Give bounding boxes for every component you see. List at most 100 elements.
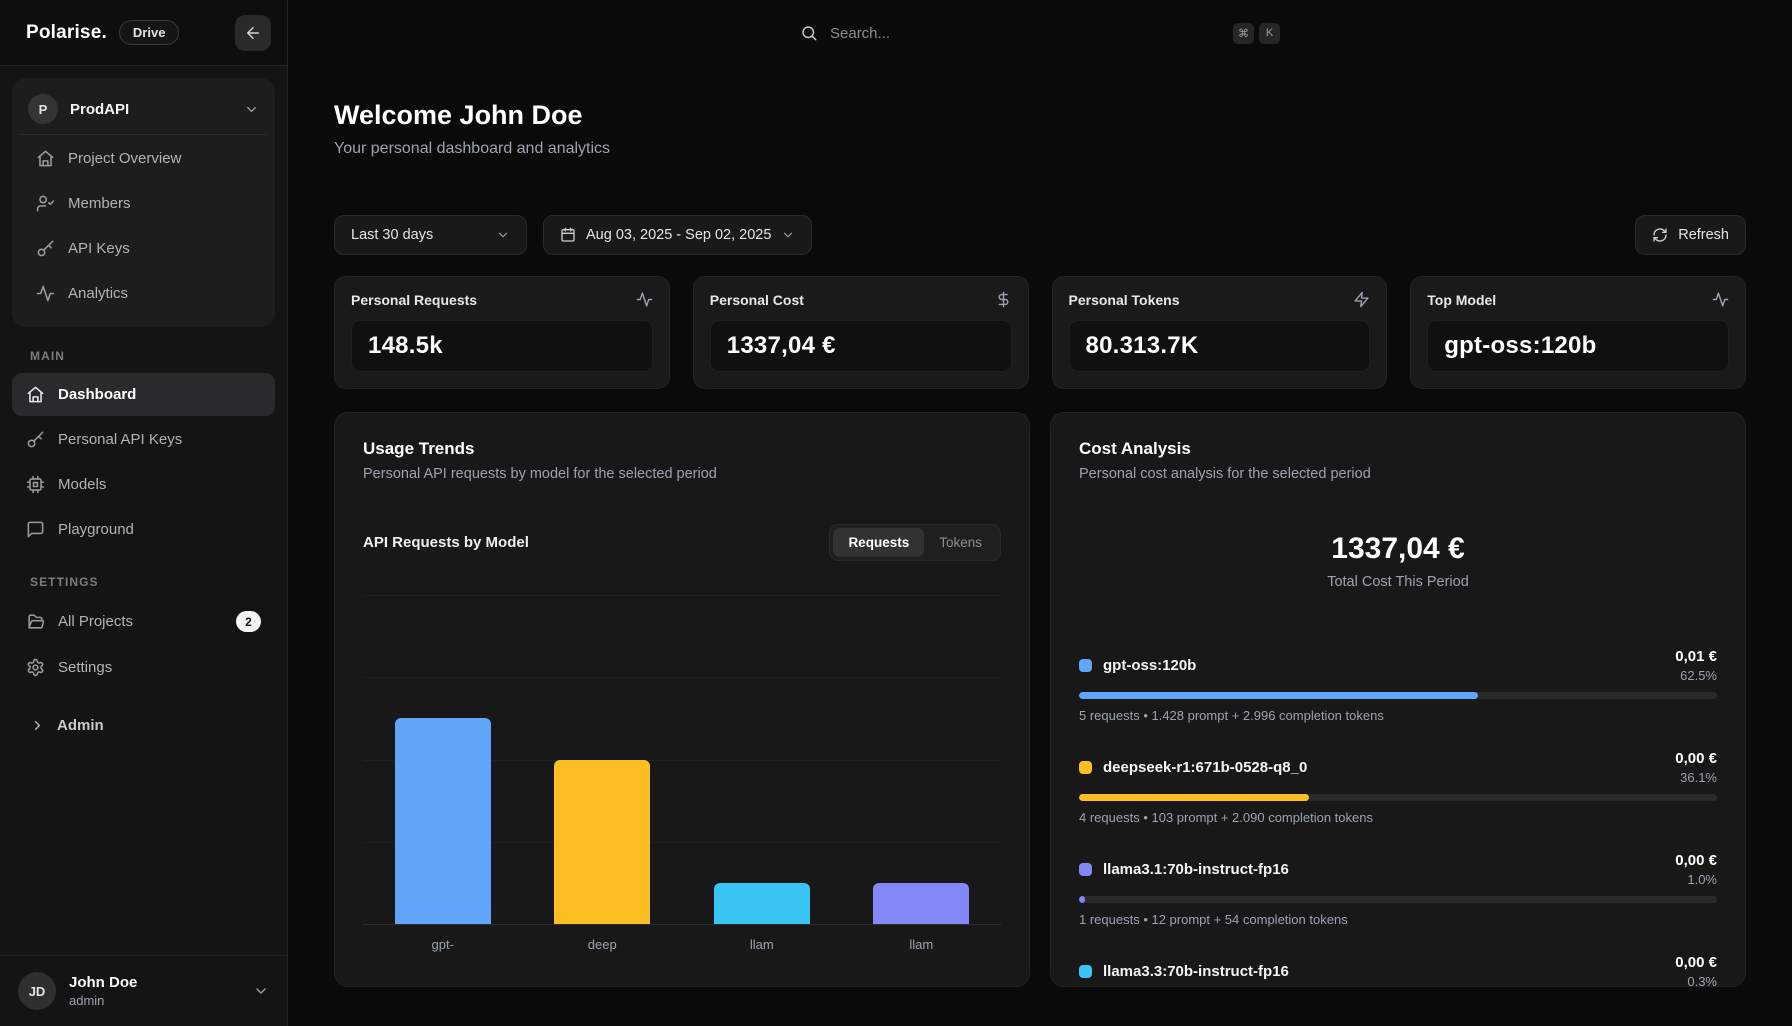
date-range-button[interactable]: Aug 03, 2025 - Sep 02, 2025 bbox=[543, 215, 812, 255]
drive-badge: Drive bbox=[119, 20, 180, 45]
home-icon bbox=[26, 385, 45, 404]
chart-label: API Requests by Model bbox=[363, 534, 529, 551]
stat-value-box: gpt-oss:120b bbox=[1427, 320, 1729, 372]
toggle-requests[interactable]: Requests bbox=[833, 528, 924, 557]
nav-list-settings: All Projects 2 Settings bbox=[0, 597, 287, 691]
model-detail: 4 requests • 103 prompt + 2.090 completi… bbox=[1079, 810, 1717, 825]
activity-icon bbox=[1712, 291, 1729, 308]
total-cost-value: 1337,04 € bbox=[1079, 532, 1717, 566]
k-key: K bbox=[1259, 23, 1280, 44]
model-percent: 36.1% bbox=[1680, 770, 1717, 785]
card-title: Usage Trends bbox=[363, 439, 1001, 459]
zap-icon bbox=[1353, 291, 1370, 308]
sidebar-item-playground[interactable]: Playground bbox=[12, 508, 275, 551]
brand: Polarise. Drive bbox=[26, 20, 235, 45]
range-select[interactable]: Last 30 days bbox=[334, 215, 527, 255]
card-subtitle: Personal API requests by model for the s… bbox=[363, 466, 1001, 482]
sidebar-item-settings[interactable]: Settings bbox=[12, 646, 275, 689]
sidebar-item-label: Analytics bbox=[68, 285, 128, 302]
search-input[interactable]: Search... ⌘ K bbox=[790, 15, 1290, 52]
progress-fill bbox=[1079, 794, 1309, 801]
gear-icon bbox=[26, 658, 45, 677]
app-root: Polarise. Drive P ProdAPI bbox=[0, 0, 1792, 1026]
topbar: Search... ⌘ K bbox=[288, 0, 1792, 66]
model-detail: 5 requests • 1.428 prompt + 2.996 comple… bbox=[1079, 708, 1717, 723]
sidebar-item-dashboard[interactable]: Dashboard bbox=[12, 373, 275, 416]
refresh-button[interactable]: Refresh bbox=[1635, 215, 1746, 255]
total-cost-label: Total Cost This Period bbox=[1079, 574, 1717, 590]
nav-list-main: Dashboard Personal API Keys Models Playg… bbox=[0, 371, 287, 553]
bar-deepseek bbox=[554, 760, 650, 925]
sidebar-item-project-overview[interactable]: Project Overview bbox=[22, 137, 265, 180]
stat-label: Top Model bbox=[1427, 292, 1496, 308]
refresh-label: Refresh bbox=[1678, 227, 1729, 243]
stat-card-top-model: Top Model gpt-oss:120b bbox=[1410, 276, 1746, 389]
model-cost: 0,00 € bbox=[1675, 750, 1717, 767]
home-icon bbox=[36, 149, 55, 168]
stat-card-personal-cost: Personal Cost 1337,04 € bbox=[693, 276, 1029, 389]
cost-row-gpt-oss: gpt-oss:120b 0,01 € 62.5% 5 requests • 1… bbox=[1079, 648, 1717, 723]
range-select-value: Last 30 days bbox=[351, 227, 433, 243]
sidebar-item-label: Settings bbox=[58, 659, 112, 676]
brand-logo: Polarise. bbox=[26, 22, 107, 44]
sidebar-item-label: Playground bbox=[58, 521, 134, 538]
key-icon bbox=[26, 430, 45, 449]
project-selector[interactable]: P ProdAPI bbox=[20, 84, 267, 135]
stat-value-box: 148.5k bbox=[351, 320, 653, 372]
user-role: admin bbox=[69, 993, 240, 1008]
charts-row: Usage Trends Personal API requests by mo… bbox=[334, 412, 1746, 987]
progress-fill bbox=[1079, 896, 1085, 903]
model-color-dot bbox=[1079, 659, 1092, 672]
bar-label: gpt- bbox=[363, 937, 523, 952]
sidebar-item-label: Admin bbox=[57, 717, 104, 734]
bar-label: deep bbox=[523, 937, 683, 952]
bar-label: llam bbox=[682, 937, 842, 952]
sidebar-spacer bbox=[0, 746, 287, 955]
page-subtitle: Your personal dashboard and analytics bbox=[334, 140, 1746, 158]
total-cost-block: 1337,04 € Total Cost This Period bbox=[1079, 532, 1717, 590]
back-button[interactable] bbox=[235, 15, 271, 51]
sidebar-item-members[interactable]: Members bbox=[22, 182, 265, 225]
model-percent: 62.5% bbox=[1680, 668, 1717, 683]
sidebar-nav: P ProdAPI Project Overview Members API bbox=[0, 66, 287, 1026]
progress-bar bbox=[1079, 692, 1717, 699]
message-square-icon bbox=[26, 520, 45, 539]
search-icon bbox=[800, 24, 818, 42]
brand-bar: Polarise. Drive bbox=[0, 0, 287, 66]
activity-icon bbox=[636, 291, 653, 308]
sidebar-item-api-keys[interactable]: API Keys bbox=[22, 227, 265, 270]
progress-bar bbox=[1079, 794, 1717, 801]
projects-count-badge: 2 bbox=[236, 611, 261, 632]
stat-value-box: 80.313.7K bbox=[1069, 320, 1371, 372]
sidebar-item-label: All Projects bbox=[58, 613, 133, 630]
sidebar-item-label: Members bbox=[68, 195, 131, 212]
cost-row-deepseek: deepseek-r1:671b-0528-q8_0 0,00 € 36.1% … bbox=[1079, 750, 1717, 825]
model-color-dot bbox=[1079, 863, 1092, 876]
calendar-icon bbox=[560, 227, 576, 243]
sidebar-item-admin[interactable]: Admin bbox=[0, 705, 287, 746]
sidebar-item-all-projects[interactable]: All Projects 2 bbox=[12, 599, 275, 644]
card-subtitle: Personal cost analysis for the selected … bbox=[1079, 466, 1717, 482]
sidebar-item-personal-api-keys[interactable]: Personal API Keys bbox=[12, 418, 275, 461]
model-color-dot bbox=[1079, 761, 1092, 774]
model-cost: 0,00 € bbox=[1675, 852, 1717, 869]
model-percent: 1.0% bbox=[1687, 872, 1717, 887]
user-meta: John Doe admin bbox=[69, 974, 240, 1008]
model-cost: 0,00 € bbox=[1675, 954, 1717, 971]
chevron-down-icon bbox=[496, 228, 510, 242]
key-icon bbox=[36, 239, 55, 258]
usage-trends-card: Usage Trends Personal API requests by mo… bbox=[334, 412, 1030, 987]
sidebar-item-analytics[interactable]: Analytics bbox=[22, 272, 265, 315]
toggle-tokens[interactable]: Tokens bbox=[924, 528, 997, 557]
sidebar-item-label: Personal API Keys bbox=[58, 431, 182, 448]
chevron-down-icon bbox=[781, 228, 795, 242]
stat-label: Personal Cost bbox=[710, 292, 804, 308]
date-range-value: Aug 03, 2025 - Sep 02, 2025 bbox=[586, 227, 771, 243]
sidebar-item-models[interactable]: Models bbox=[12, 463, 275, 506]
user-menu[interactable]: JD John Doe admin bbox=[0, 955, 287, 1026]
chevron-down-icon bbox=[253, 983, 269, 999]
section-label-main: MAIN bbox=[0, 327, 287, 371]
stat-value: gpt-oss:120b bbox=[1444, 332, 1596, 359]
chevron-down-icon bbox=[244, 102, 259, 117]
search-shortcut: ⌘ K bbox=[1233, 23, 1280, 44]
